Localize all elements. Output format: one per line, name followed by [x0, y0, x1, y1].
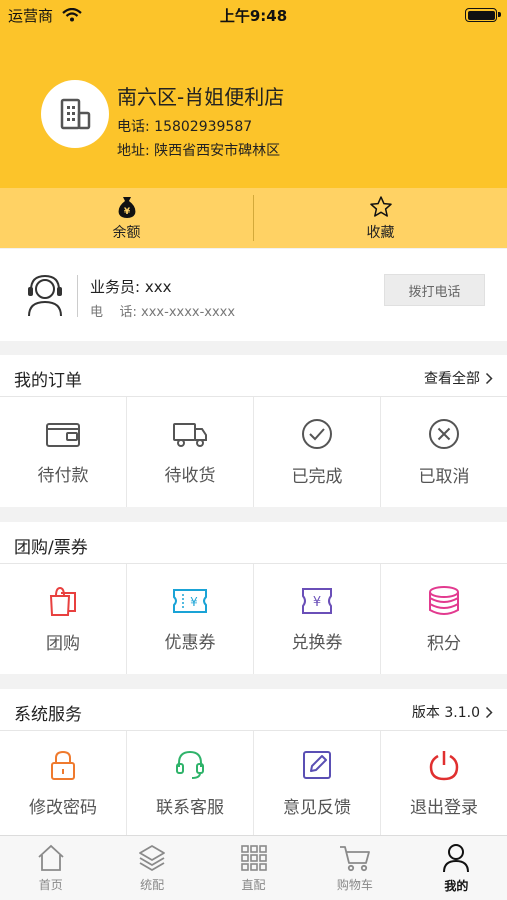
tab-mine-label: 我的 — [444, 879, 469, 893]
feedback-button[interactable]: 意见反馈 — [254, 731, 381, 835]
coupon-icon: ¥ — [173, 588, 207, 613]
tab-home-label: 首页 — [38, 878, 63, 892]
truck-icon — [173, 422, 207, 447]
star-icon — [369, 195, 392, 217]
customer-service-icon — [28, 274, 62, 317]
bottom-tab-bar: 首页 统配 直配 购物车 我的 — [0, 835, 507, 900]
services-grid: 修改密码 联系客服 意见反馈 退出登录 — [0, 731, 507, 835]
cancelled-button[interactable]: 已取消 — [381, 397, 507, 507]
exchange-coupon-label: 兑换券 — [291, 632, 343, 653]
version-info[interactable]: 版本 3.1.0 — [412, 702, 493, 722]
group-buy-button[interactable]: 团购 — [0, 564, 127, 674]
chevron-right-icon — [485, 706, 493, 718]
check-circle-icon — [302, 418, 332, 449]
cancel-circle-icon — [429, 418, 459, 449]
coupons-section-header: 团购/票券 — [0, 522, 507, 564]
status-bar: 运营商 上午9:48 — [0, 0, 507, 30]
view-all-orders-link[interactable]: 查看全部 — [424, 368, 493, 388]
completed-button[interactable]: 已完成 — [254, 397, 381, 507]
layers-icon — [139, 845, 166, 871]
salesperson-name: 业务员: xxx — [90, 278, 172, 296]
tab-direct-delivery-label: 直配 — [241, 878, 266, 892]
profile-header: 运营商 上午9:48 南六区-肖姐便利店 电话: 15802939587 地址:… — [0, 0, 507, 188]
orders-title: 我的订单 — [14, 371, 82, 391]
feedback-label: 意见反馈 — [283, 797, 351, 818]
coupon-button[interactable]: ¥ 优惠券 — [127, 564, 254, 674]
coupons-grid: 团购 ¥ 优惠券 ¥ 兑换券 积分 — [0, 564, 507, 674]
group-buy-label: 团购 — [46, 633, 80, 654]
contact-support-button[interactable]: 联系客服 — [127, 731, 254, 835]
user-icon — [443, 844, 470, 873]
points-label: 积分 — [427, 633, 461, 654]
shopping-bag-icon — [49, 586, 76, 616]
contact-support-label: 联系客服 — [156, 797, 224, 818]
power-icon — [429, 750, 459, 780]
tab-unified-delivery[interactable]: 统配 — [101, 836, 202, 900]
status-time: 上午9:48 — [219, 7, 288, 25]
money-bag-icon: ¥ — [118, 196, 135, 218]
coupons-title: 团购/票券 — [14, 538, 88, 558]
pending-payment-label: 待付款 — [37, 465, 89, 486]
pending-delivery-label: 待收货 — [164, 465, 216, 486]
coins-stack-icon — [429, 585, 459, 615]
salesperson-phone: 电 话: xxx-xxxx-xxxx — [90, 305, 236, 320]
store-address: 地址: 陕西省西安市碑林区 — [117, 143, 281, 159]
services-section-header: 系统服务 版本 3.1.0 — [0, 689, 507, 731]
services-title: 系统服务 — [14, 705, 82, 725]
store-name: 南六区-肖姐便利店 — [117, 85, 285, 109]
battery-icon — [465, 8, 501, 22]
orders-section-header: 我的订单 查看全部 — [0, 355, 507, 397]
balance-label: 余额 — [112, 224, 141, 241]
salesperson-card: 业务员: xxx 电 话: xxx-xxxx-xxxx 拨打电话 — [0, 249, 507, 341]
building-icon — [60, 98, 91, 130]
call-button[interactable]: 拨打电话 — [384, 274, 485, 306]
favorites-button[interactable]: 收藏 — [254, 188, 507, 248]
grid-icon — [240, 845, 267, 871]
version-label: 版本 3.1.0 — [411, 705, 480, 721]
favorites-label: 收藏 — [366, 224, 395, 241]
quick-actions-bar: ¥ 余额 收藏 — [0, 188, 507, 248]
tab-cart-label: 购物车 — [336, 878, 373, 892]
exchange-coupon-icon: ¥ — [302, 587, 332, 614]
logout-button[interactable]: 退出登录 — [381, 731, 507, 835]
completed-label: 已完成 — [291, 466, 343, 487]
logout-label: 退出登录 — [410, 797, 478, 818]
store-avatar[interactable] — [41, 80, 109, 148]
store-phone: 电话: 15802939587 — [117, 119, 253, 135]
change-password-button[interactable]: 修改密码 — [0, 731, 127, 835]
lock-icon — [51, 750, 75, 780]
svg-text:¥: ¥ — [313, 595, 321, 610]
home-icon — [38, 844, 64, 871]
chevron-right-icon — [485, 372, 493, 384]
change-password-label: 修改密码 — [29, 797, 97, 818]
tab-cart[interactable]: 购物车 — [304, 836, 405, 900]
headset-icon — [176, 750, 204, 779]
svg-text:¥: ¥ — [123, 207, 130, 217]
cancelled-label: 已取消 — [418, 466, 470, 487]
tab-home[interactable]: 首页 — [0, 836, 101, 900]
wallet-icon — [46, 422, 80, 447]
exchange-coupon-button[interactable]: ¥ 兑换券 — [254, 564, 381, 674]
balance-button[interactable]: ¥ 余额 — [0, 188, 253, 248]
coupon-label: 优惠券 — [164, 632, 216, 653]
salesperson-divider — [77, 275, 78, 317]
tab-direct-delivery[interactable]: 直配 — [203, 836, 304, 900]
edit-icon — [303, 750, 331, 779]
svg-text:¥: ¥ — [190, 595, 198, 609]
cart-icon — [339, 846, 370, 872]
orders-grid: 待付款 待收货 已完成 已取消 — [0, 397, 507, 507]
tab-unified-delivery-label: 统配 — [140, 878, 165, 892]
pending-delivery-button[interactable]: 待收货 — [127, 397, 254, 507]
tab-mine[interactable]: 我的 — [406, 836, 507, 900]
points-button[interactable]: 积分 — [381, 564, 507, 674]
view-all-label: 查看全部 — [424, 371, 480, 387]
pending-payment-button[interactable]: 待付款 — [0, 397, 127, 507]
